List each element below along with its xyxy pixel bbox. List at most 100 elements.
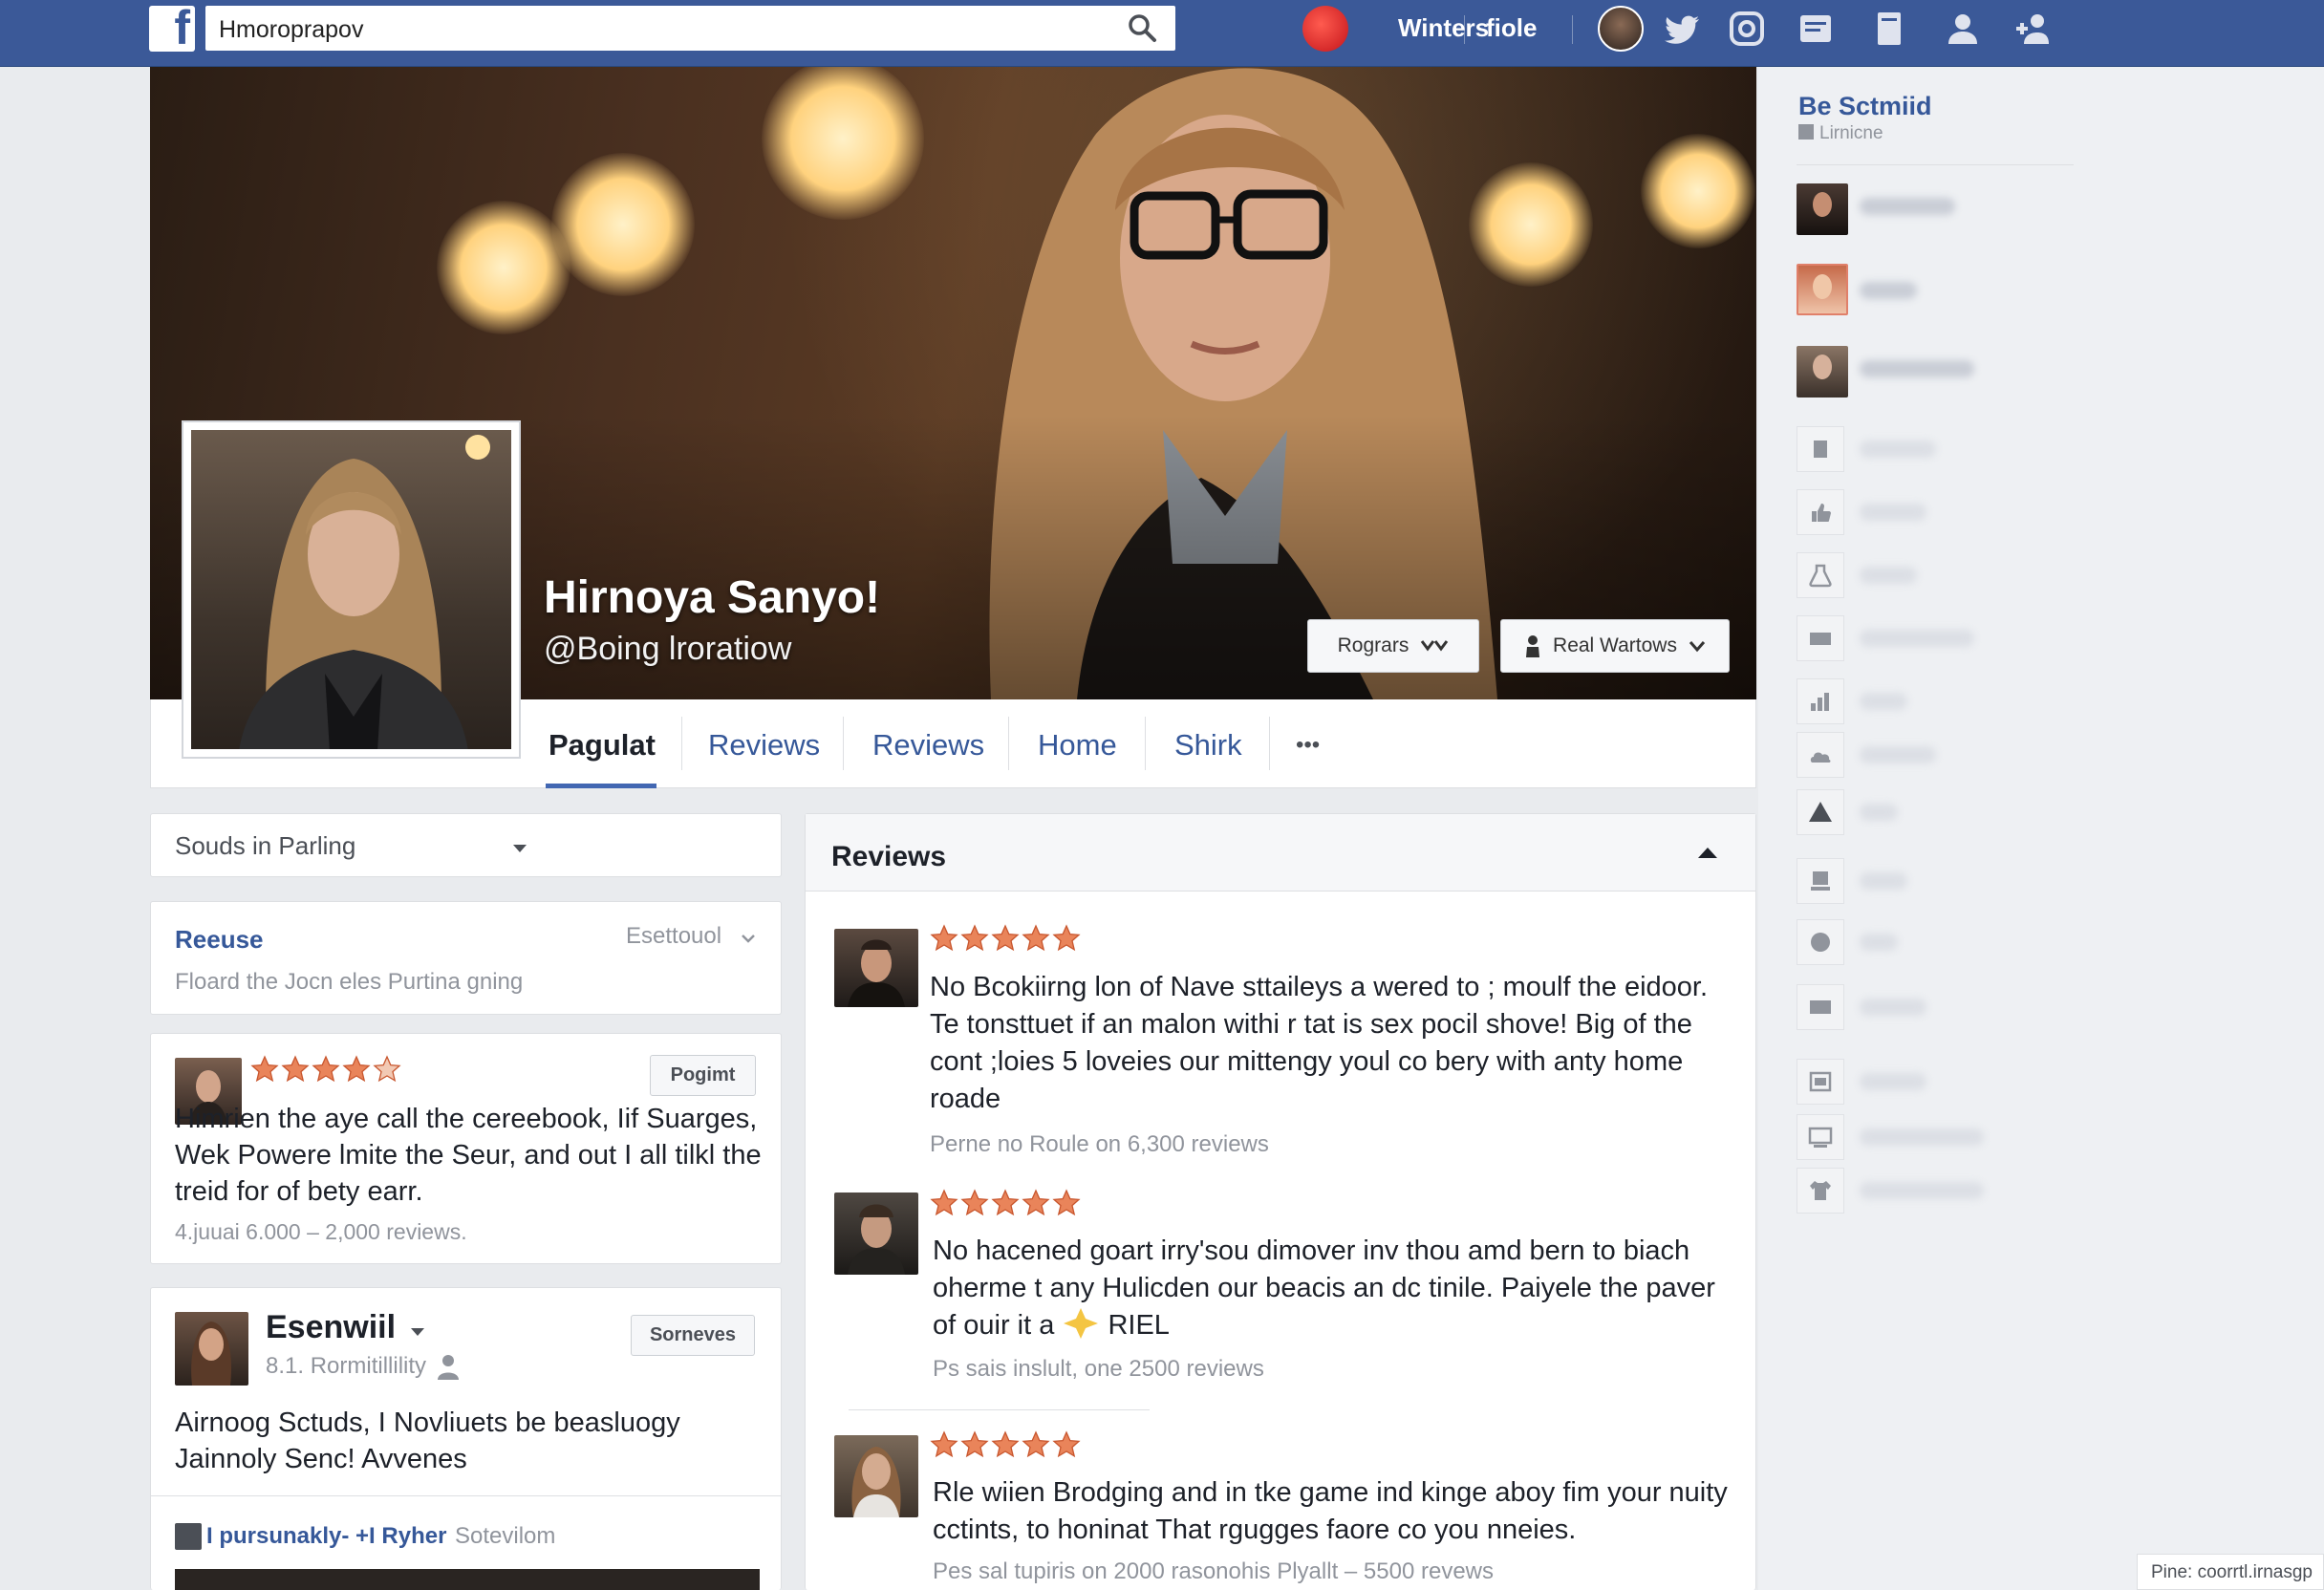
post-footer-bold[interactable]: I pursunakly- +I Ryher (206, 1523, 446, 1550)
clock-icon (1811, 933, 1830, 952)
user-avatar[interactable] (1302, 6, 1348, 52)
star-icon (960, 1189, 989, 1216)
notebook-icon[interactable] (1866, 6, 1912, 52)
caret-down-icon[interactable] (409, 1326, 426, 1338)
sidebar-shortcut[interactable] (1797, 984, 1844, 1030)
avatar[interactable] (175, 1312, 248, 1386)
nav-home-link[interactable]: fiole (1486, 13, 1537, 43)
sidebar-shortcut[interactable] (1797, 858, 1844, 904)
contact-avatar[interactable] (1797, 264, 1848, 315)
contact-avatar[interactable] (1797, 183, 1848, 235)
camera-icon[interactable] (1724, 6, 1770, 52)
review-summary-title[interactable]: Reeuse (175, 925, 264, 955)
star-icon (960, 1430, 989, 1458)
star-icon (930, 924, 958, 952)
cover-action-button[interactable]: Rogrars (1307, 619, 1479, 673)
sidebar-shortcut-label-blurred (1860, 934, 1898, 951)
shirt-icon (1810, 1181, 1831, 1200)
tab-shirk[interactable]: Shirk (1174, 728, 1242, 763)
page-icon (1798, 124, 1814, 140)
filter-label: Souds in Parling (175, 831, 356, 860)
post-action-button[interactable]: Sorneves (631, 1315, 755, 1356)
sidebar-shortcut-label-blurred (1860, 630, 1974, 647)
post-author-name[interactable]: Esenwiil (266, 1309, 396, 1346)
facebook-logo[interactable]: f (149, 1, 195, 54)
friend-avatar[interactable] (1598, 6, 1644, 52)
search-input-value[interactable]: Hmoroprapov (219, 16, 363, 44)
top-navigation-bar: f Hmoroprapov Winters fiole (0, 0, 2324, 67)
divider (151, 1495, 781, 1496)
tab-more[interactable]: ••• (1296, 732, 1320, 759)
tab-home[interactable]: Home (1038, 728, 1117, 763)
reviews-header: Reviews (806, 814, 1755, 892)
post-action-label: Pogimt (670, 1064, 736, 1085)
sidebar-shortcut[interactable] (1797, 489, 1844, 535)
sidebar-shortcut[interactable] (1797, 1059, 1844, 1105)
flask-icon (1809, 564, 1832, 588)
collapse-icon[interactable] (1696, 845, 1719, 860)
post-text: Airnoog Sctuds, I Novliuets be beasluogy… (175, 1407, 680, 1474)
tab-reviews-2[interactable]: Reviews (872, 728, 984, 763)
sidebar-shortcut[interactable] (1797, 789, 1844, 835)
star-rating (930, 1430, 1081, 1459)
sidebar-shortcut-label-blurred (1860, 693, 1907, 710)
card-icon (1810, 1000, 1831, 1014)
review-summary-subtitle: Floard the Jocn eles Purtina gning (175, 969, 524, 995)
sidebar-title[interactable]: Be Sctmiid (1798, 92, 1932, 121)
avatar[interactable] (834, 1192, 918, 1275)
person-icon[interactable] (1940, 6, 1986, 52)
sort-dropdown[interactable]: Esettouol (626, 923, 721, 950)
reviews-title: Reviews (831, 841, 947, 872)
tab-divider (843, 717, 844, 770)
post-card: Pogimt Himrien the aye call the cereeboo… (150, 1033, 782, 1264)
star-rating (930, 924, 1081, 953)
messages-icon[interactable] (1793, 6, 1839, 52)
avatar[interactable] (834, 1435, 918, 1517)
sidebar-shortcut[interactable] (1797, 615, 1844, 661)
sidebar-shortcut[interactable] (1797, 1114, 1844, 1160)
person-icon (438, 1355, 459, 1380)
tab-reviews[interactable]: Reviews (708, 728, 820, 763)
sidebar-shortcut[interactable] (1797, 426, 1844, 472)
cloud-icon (1810, 752, 1831, 763)
avatar[interactable] (834, 929, 918, 1007)
twitter-icon[interactable] (1661, 6, 1707, 52)
friend-requests-icon[interactable] (2011, 6, 2056, 52)
sidebar-shortcut[interactable] (1797, 678, 1844, 724)
star-rating (250, 1055, 401, 1084)
chevron-down-icon (742, 935, 755, 943)
star-rating (930, 1189, 1081, 1217)
nav-user-name[interactable]: Winters (1398, 13, 1489, 43)
tab-divider (1269, 717, 1270, 770)
profile-picture[interactable] (182, 420, 521, 759)
post-action-button[interactable]: Pogimt (650, 1055, 756, 1096)
post-text: Himrien the aye call the cereebook, Iif … (175, 1104, 762, 1207)
sidebar-shortcut[interactable] (1797, 919, 1844, 965)
star-icon (342, 1055, 371, 1083)
media-preview[interactable] (175, 1569, 760, 1590)
follow-button[interactable]: Real Wartows (1500, 619, 1730, 673)
sidebar-shortcut[interactable] (1797, 732, 1844, 778)
profile-name: Hirnoya Sanyo! (544, 572, 881, 623)
chart-icon (1811, 693, 1829, 711)
like-icon (1812, 504, 1831, 522)
keyboard-icon (1810, 633, 1831, 645)
tab-pagulat[interactable]: Pagulat (549, 728, 656, 763)
search-icon[interactable] (1126, 11, 1158, 44)
profile-handle: @Boing lroratiow (544, 631, 792, 667)
footer-badge: Pine: coorrtl.irnasgp (2137, 1554, 2324, 1590)
footer-note: Pine: coorrtl.irnasgp (2151, 1562, 2313, 1582)
tab-divider (1145, 717, 1146, 770)
sidebar-shortcut-label-blurred (1860, 872, 1907, 890)
star-icon (1022, 1430, 1050, 1458)
sidebar-shortcut-label-blurred (1860, 1128, 1984, 1146)
sidebar-shortcut[interactable] (1797, 552, 1844, 598)
search-input[interactable]: Hmoroprapov (205, 6, 1175, 51)
filter-dropdown[interactable]: Souds in Parling (150, 813, 782, 877)
star-icon (1022, 1189, 1050, 1216)
review-meta: Ps sais inslult, one 2500 reviews (933, 1356, 1264, 1382)
review-text: No hacened goart irry'sou dimover inv th… (933, 1235, 1715, 1341)
sidebar-shortcut[interactable] (1797, 1168, 1844, 1214)
contact-avatar[interactable] (1797, 346, 1848, 398)
tab-divider (681, 717, 682, 770)
